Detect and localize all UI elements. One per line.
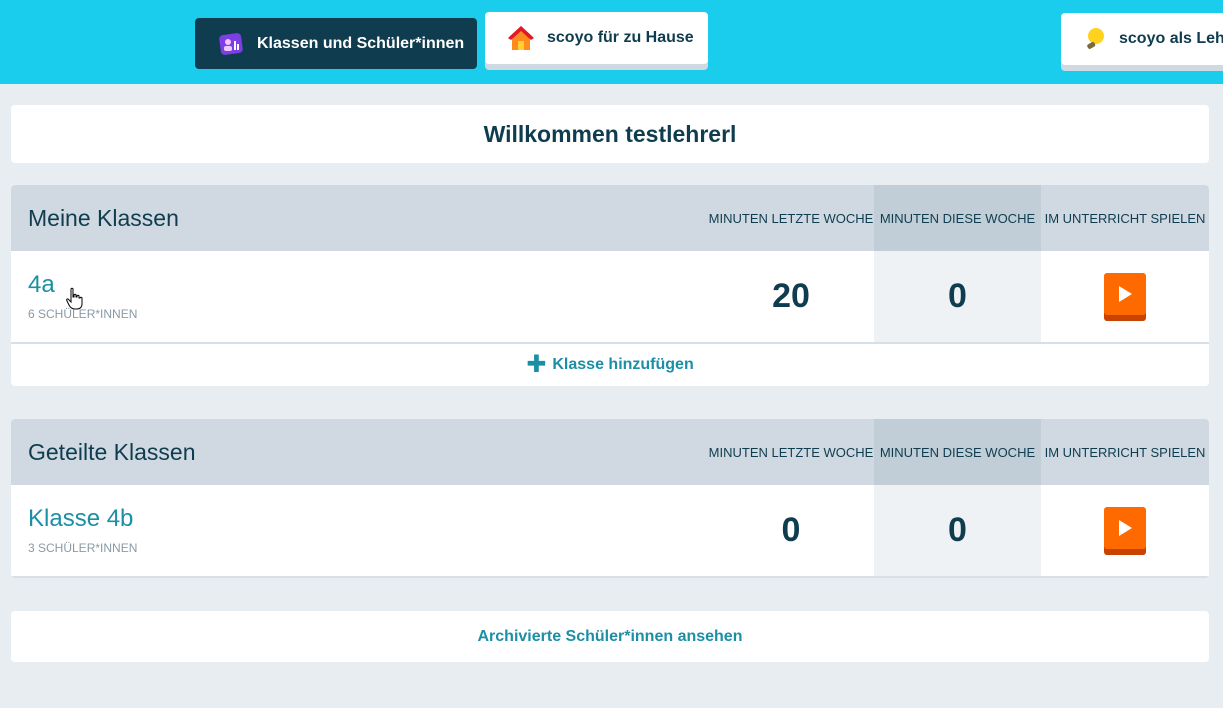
archived-students-link[interactable]: Archivierte Schüler*innen ansehen bbox=[11, 611, 1209, 662]
column-minutes-this-week: Minuten diese Woche bbox=[874, 419, 1041, 485]
column-play-in-class: Im Unterricht spielen bbox=[1044, 210, 1206, 226]
minutes-last-week-value: 20 bbox=[772, 277, 810, 315]
shared-classes-header: Geteilte Klassen Minuten letzte Woche Mi… bbox=[11, 419, 1209, 485]
lightbulb-icon bbox=[1083, 25, 1107, 53]
play-cell bbox=[1041, 251, 1209, 342]
tab-label: scoyo für zu Hause bbox=[547, 29, 694, 46]
my-classes-header: Meine Klassen Minuten letzte Woche Minut… bbox=[11, 185, 1209, 251]
class-row: Klasse 4b 3 Schüler*innen 0 0 bbox=[11, 485, 1209, 578]
class-name-link[interactable]: 4a bbox=[28, 271, 55, 299]
add-class-label: Klasse hinzufügen bbox=[552, 356, 694, 373]
class-row: 4a 6 Schüler*innen 20 0 bbox=[11, 251, 1209, 344]
student-count: 3 Schüler*innen bbox=[28, 541, 138, 555]
top-navigation: Klassen und Schüler*innen scoyo für zu H… bbox=[0, 0, 1223, 84]
my-classes-panel: Meine Klassen Minuten letzte Woche Minut… bbox=[11, 185, 1209, 386]
classes-icon bbox=[217, 30, 245, 58]
minutes-last-week-value: 0 bbox=[781, 511, 801, 549]
house-icon bbox=[507, 24, 535, 52]
hand-cursor-icon bbox=[66, 287, 83, 310]
play-button[interactable] bbox=[1104, 272, 1146, 321]
column-play-in-class: Im Unterricht spielen bbox=[1044, 444, 1206, 460]
class-name-link[interactable]: Klasse 4b bbox=[28, 505, 133, 533]
tab-scoyo-teacher[interactable]: scoyo als Lehrkraft bbox=[1061, 13, 1223, 65]
welcome-banner: Willkommen testlehrerl bbox=[11, 105, 1209, 163]
minutes-this-week-value: 0 bbox=[874, 485, 1041, 576]
minutes-this-week-value: 0 bbox=[874, 251, 1041, 342]
column-minutes-last-week: Minuten letzte Woche bbox=[708, 444, 874, 460]
shared-classes-panel: Geteilte Klassen Minuten letzte Woche Mi… bbox=[11, 419, 1209, 578]
column-minutes-last-week: Minuten letzte Woche bbox=[708, 210, 874, 226]
tab-classes-and-students[interactable]: Klassen und Schüler*innen bbox=[195, 18, 477, 69]
column-minutes-this-week: Minuten diese Woche bbox=[874, 185, 1041, 251]
add-class-button[interactable]: ✚ Klasse hinzufügen bbox=[11, 344, 1209, 386]
tab-label: Klassen und Schüler*innen bbox=[257, 34, 465, 52]
tab-scoyo-home[interactable]: scoyo für zu Hause bbox=[485, 12, 708, 64]
my-classes-title: Meine Klassen bbox=[28, 204, 179, 231]
play-icon bbox=[1119, 519, 1132, 536]
play-button[interactable] bbox=[1104, 506, 1146, 555]
tab-label: scoyo als Lehrkraft bbox=[1119, 30, 1223, 47]
shared-classes-title: Geteilte Klassen bbox=[28, 438, 196, 465]
plus-icon: ✚ bbox=[526, 351, 547, 378]
play-cell bbox=[1041, 485, 1209, 576]
play-icon bbox=[1119, 285, 1132, 302]
